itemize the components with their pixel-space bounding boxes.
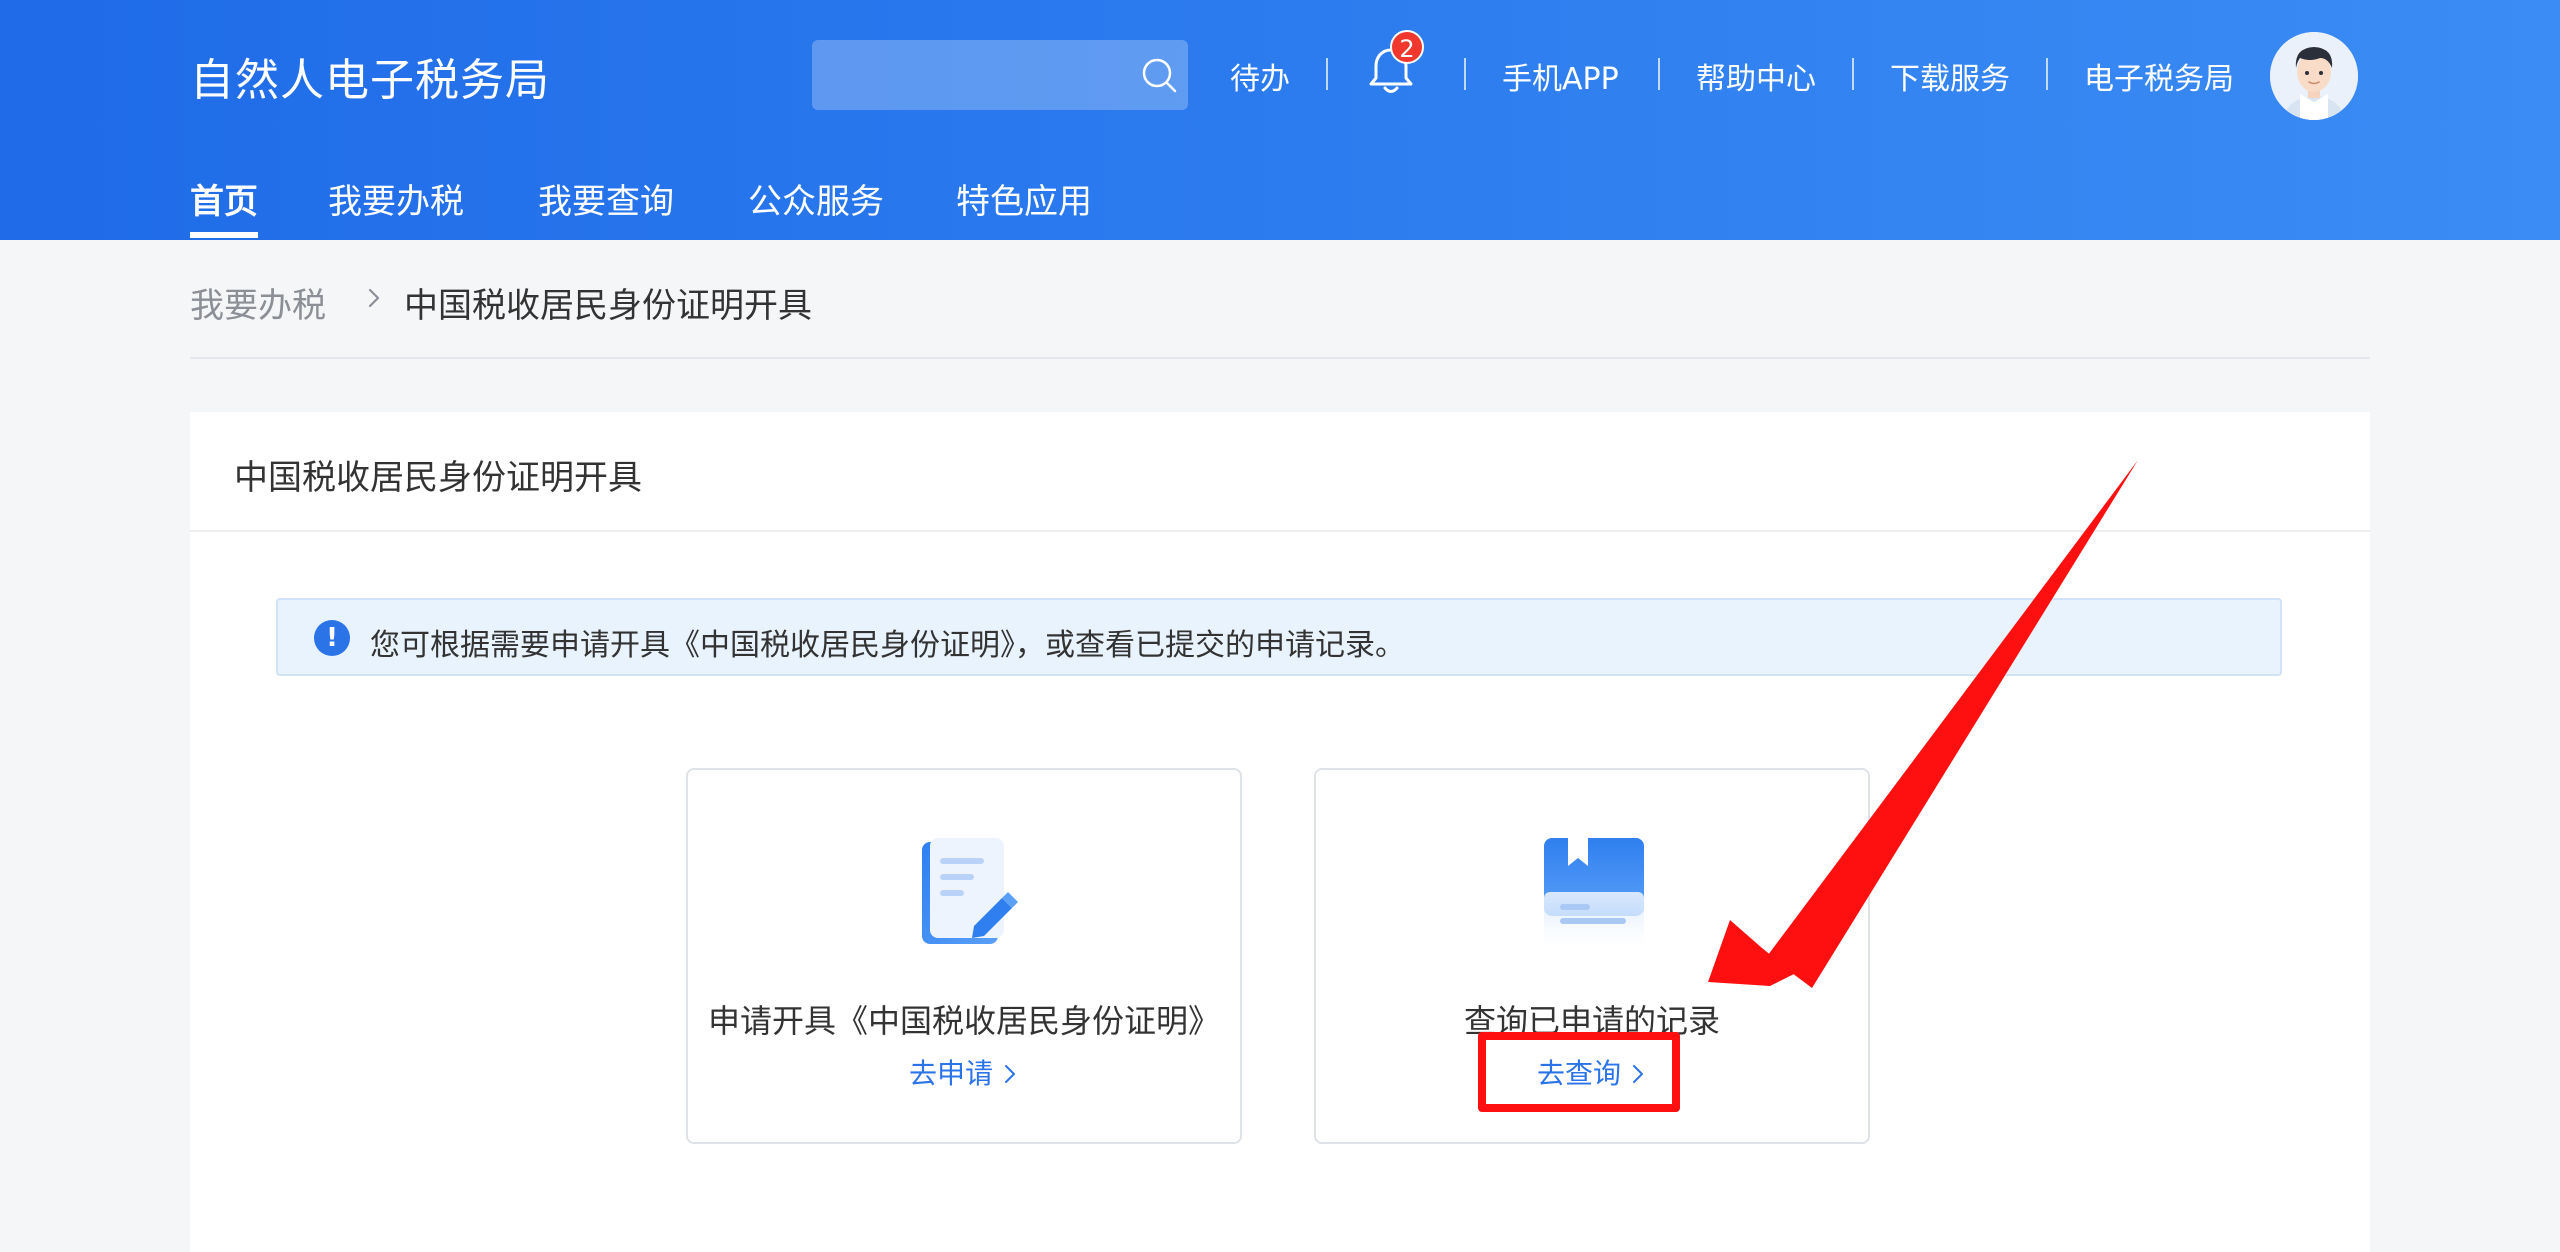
search-box[interactable] [812, 40, 1188, 110]
separator [1658, 58, 1660, 90]
main-panel: 中国税收居民身份证明开具 ! 您可根据需要申请开具《中国税收居民身份证明》，或查… [190, 412, 2370, 1252]
info-notice: ! 您可根据需要申请开具《中国税收居民身份证明》，或查看已提交的申请记录。 [276, 598, 2282, 676]
go-apply-label[interactable]: 去申请 [909, 1057, 993, 1090]
record-book-icon [1544, 838, 1644, 948]
chevron-right-icon [368, 288, 380, 308]
top-header: 自然人电子税务局 待办 2 手机APP 帮助中心 下载服务 电子税务局 首页 我… [0, 0, 2560, 240]
panel-divider [190, 530, 2370, 532]
document-edit-icon [922, 838, 1018, 944]
apply-certificate-card[interactable]: 申请开具《中国税收居民身份证明》 去申请 [686, 768, 1242, 1144]
nav-public-service[interactable]: 公众服务 [748, 174, 884, 223]
panel-title: 中国税收居民身份证明开具 [234, 458, 642, 498]
apply-card-title: 申请开具《中国税收居民身份证明》 [707, 1002, 1220, 1040]
avatar-icon [2270, 32, 2358, 120]
highlight-box-annotation [1478, 1032, 1680, 1112]
breadcrumb-parent[interactable]: 我要办税 [190, 278, 326, 327]
nav-query[interactable]: 我要查询 [538, 174, 674, 223]
site-brand[interactable]: 自然人电子税务局 [190, 44, 550, 108]
go-apply-link[interactable]: 去申请 [688, 1052, 1240, 1092]
chevron-right-icon [1005, 1065, 1015, 1083]
mobile-app-link[interactable]: 手机APP [1502, 54, 1619, 98]
info-icon: ! [314, 620, 350, 656]
breadcrumb-divider [190, 357, 2370, 359]
separator [1326, 58, 1328, 90]
etax-bureau-link[interactable]: 电子税务局 [2084, 54, 2234, 98]
breadcrumb-current: 中国税收居民身份证明开具 [404, 286, 812, 326]
nav-handle-tax[interactable]: 我要办税 [328, 174, 464, 223]
user-avatar[interactable] [2270, 32, 2358, 120]
download-service-link[interactable]: 下载服务 [1890, 54, 2010, 98]
separator [1464, 58, 1466, 90]
notice-text: 您可根据需要申请开具《中国税收居民身份证明》，或查看已提交的申请记录。 [370, 628, 1405, 663]
separator [2046, 58, 2048, 90]
help-center-link[interactable]: 帮助中心 [1696, 54, 1816, 98]
nav-featured-apps[interactable]: 特色应用 [956, 174, 1092, 223]
nav-active-indicator [190, 232, 258, 238]
search-input[interactable] [812, 40, 1122, 110]
separator [1852, 58, 1854, 90]
search-icon[interactable] [1138, 54, 1180, 96]
nav-home[interactable]: 首页 [190, 174, 258, 223]
todo-link[interactable]: 待办 [1230, 54, 1290, 98]
notification-badge: 2 [1390, 30, 1424, 64]
